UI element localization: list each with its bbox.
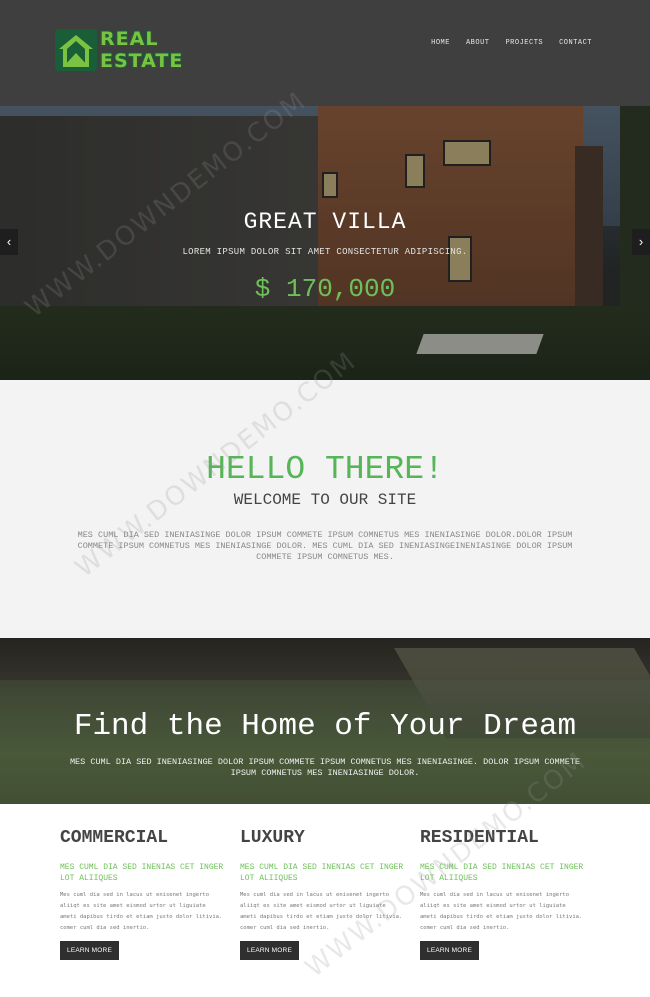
main-nav: HOME ABOUT PROJECTS CONTACT [431,39,592,47]
service-highlight: MES CUML DIA SED INENIAS CET INGER LOT A… [60,863,224,883]
service-highlight: MES CUML DIA SED INENIAS CET INGER LOT A… [420,863,584,883]
service-title: RESIDENTIAL [420,828,539,848]
nav-contact[interactable]: CONTACT [559,39,592,47]
welcome-section: HELLO THERE! WELCOME TO OUR SITE MES CUM… [0,380,650,638]
logo-word-estate: ESTATE [100,50,184,72]
dream-paragraph: MES CUML DIA SED INENIASINGE DOLOR IPSUM… [69,757,581,778]
chevron-left-icon: ‹ [6,234,12,249]
welcome-subheading: WELCOME TO OUR SITE [233,491,417,509]
learn-more-button[interactable]: LEARN MORE [240,941,299,960]
hero-overlay [0,106,650,380]
hero-title: GREAT VILLA [243,209,407,235]
services-section: COMMERCIAL MES CUML DIA SED INENIAS CET … [0,804,650,997]
service-column-luxury: LUXURY MES CUML DIA SED INENIAS CET INGE… [240,828,405,960]
nav-projects[interactable]: PROJECTS [505,39,543,47]
learn-more-button[interactable]: LEARN MORE [60,941,119,960]
chevron-right-icon: › [638,234,644,249]
service-title: LUXURY [240,828,305,848]
service-text: Mes cuml dia sed in lacus ut enisenet in… [420,892,583,931]
hero-slider: GREAT VILLA LOREM IPSUM DOLOR SIT AMET C… [0,106,650,380]
welcome-paragraph: MES CUML DIA SED INENIASINGE DOLOR IPSUM… [77,530,573,562]
hero-price: $ 170,000 [254,274,396,304]
service-title: COMMERCIAL [60,828,169,848]
learn-more-button[interactable]: LEARN MORE [420,941,479,960]
dream-heading: Find the Home of Your Dream [73,709,577,744]
site-header: REAL ESTATE HOME ABOUT PROJECTS CONTACT [0,0,650,106]
nav-about[interactable]: ABOUT [466,39,490,47]
site-logo[interactable]: REAL ESTATE [53,27,188,77]
house-logo-icon [55,29,97,71]
nav-home[interactable]: HOME [431,39,450,47]
slider-next-button[interactable]: › [632,229,650,255]
service-text: Mes cuml dia sed in lacus ut enisenet in… [60,892,223,931]
logo-word-real: REAL [100,28,159,50]
dream-section: Find the Home of Your Dream MES CUML DIA… [0,638,650,804]
service-column-residential: RESIDENTIAL MES CUML DIA SED INENIAS CET… [420,828,585,960]
slider-prev-button[interactable]: ‹ [0,229,18,255]
service-text: Mes cuml dia sed in lacus ut enisenet in… [240,892,403,931]
service-column-commercial: COMMERCIAL MES CUML DIA SED INENIAS CET … [60,828,225,960]
welcome-heading: HELLO THERE! [206,451,444,488]
service-highlight: MES CUML DIA SED INENIAS CET INGER LOT A… [240,863,404,883]
hero-subtitle: LOREM IPSUM DOLOR SIT AMET CONSECTETUR A… [182,247,468,257]
